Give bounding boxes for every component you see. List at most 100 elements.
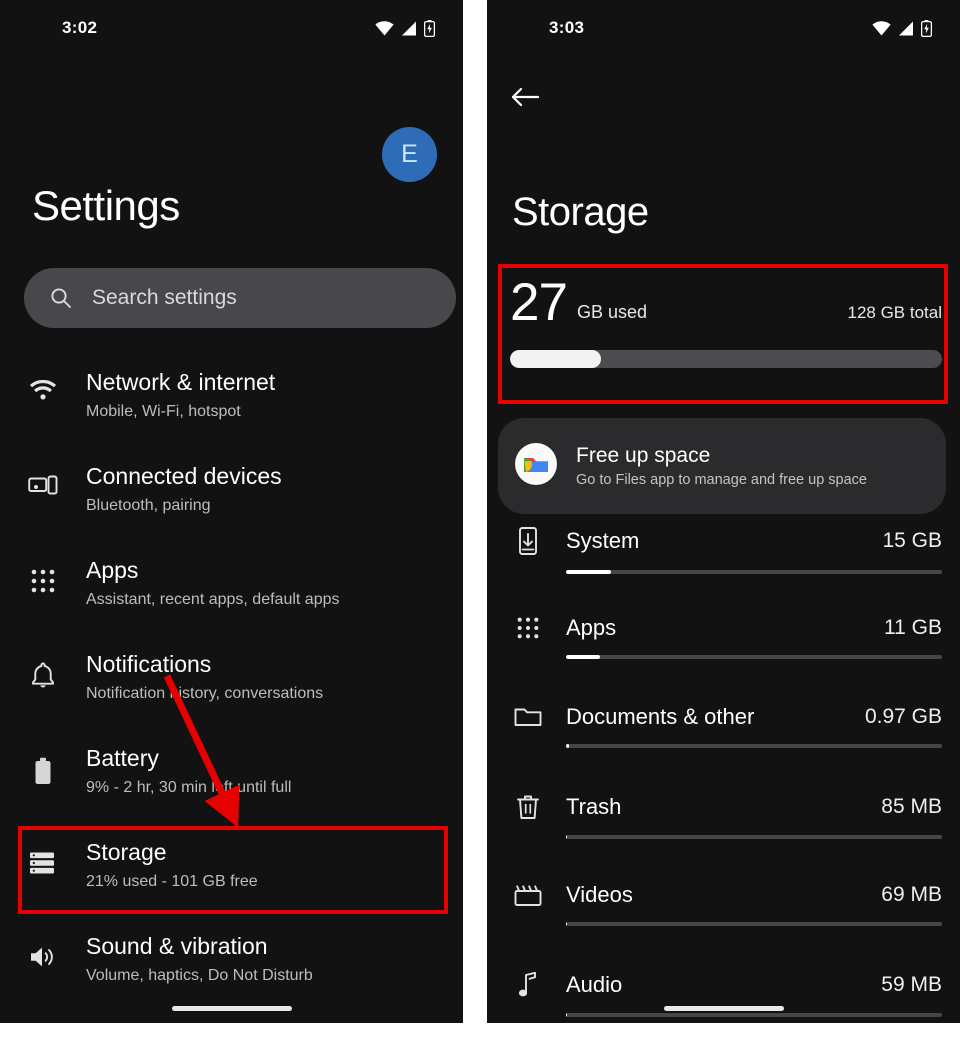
sidebar-item-subtitle: 9% - 2 hr, 30 min left until full: [86, 778, 443, 799]
list-item[interactable]: Videos 69 MB: [490, 882, 960, 971]
sidebar-item-apps[interactable]: Apps Assistant, recent apps, default app…: [0, 540, 463, 634]
movie-icon: [490, 882, 566, 908]
storage-summary: 27 GB used 128 GB total: [510, 278, 942, 368]
files-app-icon: [514, 442, 558, 491]
category-value: 85 MB: [881, 795, 942, 819]
sidebar-item-label: Storage: [86, 838, 443, 867]
search-placeholder: Search settings: [92, 286, 237, 310]
status-bar: 3:02: [0, 0, 463, 56]
category-bar: [566, 744, 942, 748]
connected-devices-icon: [0, 460, 86, 498]
home-indicator: [172, 1006, 292, 1011]
sidebar-item-connected-devices[interactable]: Connected devices Bluetooth, pairing: [0, 446, 463, 540]
status-bar: 3:03: [487, 0, 960, 56]
back-button[interactable]: [506, 78, 544, 116]
category-bar: [566, 835, 942, 839]
list-item[interactable]: System 15 GB: [490, 526, 960, 615]
home-indicator: [664, 1006, 784, 1011]
cellular-signal-icon: [898, 21, 914, 36]
list-item[interactable]: Audio 59 MB: [490, 971, 960, 1060]
list-item[interactable]: Documents & other 0.97 GB: [490, 704, 960, 793]
sidebar-item-subtitle: 21% used - 101 GB free: [86, 872, 443, 893]
folder-icon: [490, 704, 566, 730]
sidebar-item-label: Sound & vibration: [86, 932, 443, 961]
wifi-icon: [872, 21, 891, 36]
page-title: Storage: [512, 190, 649, 235]
free-up-space-subtitle: Go to Files app to manage and free up sp…: [576, 472, 867, 488]
cellular-signal-icon: [401, 21, 417, 36]
category-name: System: [566, 528, 882, 554]
free-up-space-title: Free up space: [576, 444, 867, 468]
category-name: Videos: [566, 882, 881, 908]
wifi-icon: [375, 21, 394, 36]
category-value: 15 GB: [882, 529, 942, 553]
back-arrow-icon: [510, 85, 540, 109]
category-bar-fill: [566, 570, 611, 574]
account-avatar[interactable]: E: [382, 127, 437, 182]
wifi-icon: [0, 366, 86, 404]
sidebar-item-network[interactable]: Network & internet Mobile, Wi-Fi, hotspo…: [0, 352, 463, 446]
sidebar-item-storage[interactable]: Storage 21% used - 101 GB free: [0, 822, 463, 916]
sidebar-item-subtitle: Assistant, recent apps, default apps: [86, 590, 443, 611]
status-bar-icons: [375, 20, 435, 37]
music-note-icon: [490, 971, 566, 999]
category-value: 59 MB: [881, 973, 942, 997]
storage-used-number: 27: [510, 278, 567, 328]
category-bar: [566, 655, 942, 659]
category-value: 11 GB: [884, 616, 942, 640]
storage-usage-bar: [510, 350, 942, 368]
sidebar-item-subtitle: Bluetooth, pairing: [86, 496, 443, 517]
avatar-initial: E: [401, 142, 418, 167]
category-value: 0.97 GB: [865, 705, 942, 729]
storage-icon: [0, 836, 86, 876]
category-bar: [566, 922, 942, 926]
category-name: Documents & other: [566, 704, 865, 730]
screenshot-stage: 3:02 E Settings Search settings: [0, 0, 960, 1023]
trash-icon: [490, 793, 566, 821]
category-name: Apps: [566, 615, 884, 641]
volume-icon: [0, 930, 86, 970]
list-item[interactable]: Apps 11 GB: [490, 615, 960, 704]
category-name: Audio: [566, 972, 881, 998]
storage-usage-bar-fill: [510, 350, 601, 368]
category-bar-fill: [566, 922, 567, 926]
category-value: 69 MB: [881, 883, 942, 907]
storage-used-unit: GB used: [577, 302, 647, 328]
sidebar-item-label: Connected devices: [86, 462, 443, 491]
apps-grid-icon: [490, 616, 566, 640]
settings-list: Network & internet Mobile, Wi-Fi, hotspo…: [0, 352, 463, 1010]
sidebar-item-label: Battery: [86, 744, 443, 773]
category-name: Trash: [566, 794, 881, 820]
sidebar-item-subtitle: Notification history, conversations: [86, 684, 443, 705]
status-bar-icons: [872, 20, 932, 37]
storage-total-label: 128 GB total: [847, 303, 942, 328]
sidebar-item-label: Notifications: [86, 650, 443, 679]
bell-icon: [0, 648, 86, 690]
category-bar-fill: [566, 655, 600, 659]
sidebar-item-sound[interactable]: Sound & vibration Volume, haptics, Do No…: [0, 916, 463, 1010]
search-input[interactable]: Search settings: [24, 268, 456, 328]
category-bar-fill: [566, 835, 567, 839]
category-bar: [566, 570, 942, 574]
battery-charging-icon: [424, 20, 435, 37]
battery-charging-icon: [921, 20, 932, 37]
page-title: Settings: [32, 182, 180, 230]
category-bar: [566, 1013, 942, 1017]
sidebar-item-notifications[interactable]: Notifications Notification history, conv…: [0, 634, 463, 728]
category-bar-fill: [566, 744, 569, 748]
storage-category-list: System 15 GB Apps: [490, 526, 960, 1060]
left-phone-settings-screen: 3:02 E Settings Search settings: [0, 0, 463, 1023]
apps-grid-icon: [0, 554, 86, 594]
search-icon: [50, 287, 72, 309]
sidebar-item-label: Apps: [86, 556, 443, 585]
battery-icon: [0, 742, 86, 786]
phone-download-icon: [490, 526, 566, 556]
list-item[interactable]: Trash 85 MB: [490, 793, 960, 882]
sidebar-item-subtitle: Mobile, Wi-Fi, hotspot: [86, 402, 443, 423]
sidebar-item-battery[interactable]: Battery 9% - 2 hr, 30 min left until ful…: [0, 728, 463, 822]
sidebar-item-label: Network & internet: [86, 368, 443, 397]
status-bar-clock: 3:03: [549, 18, 584, 38]
status-bar-clock: 3:02: [62, 18, 97, 38]
sidebar-item-subtitle: Volume, haptics, Do Not Disturb: [86, 966, 443, 987]
free-up-space-card[interactable]: Free up space Go to Files app to manage …: [498, 418, 946, 514]
